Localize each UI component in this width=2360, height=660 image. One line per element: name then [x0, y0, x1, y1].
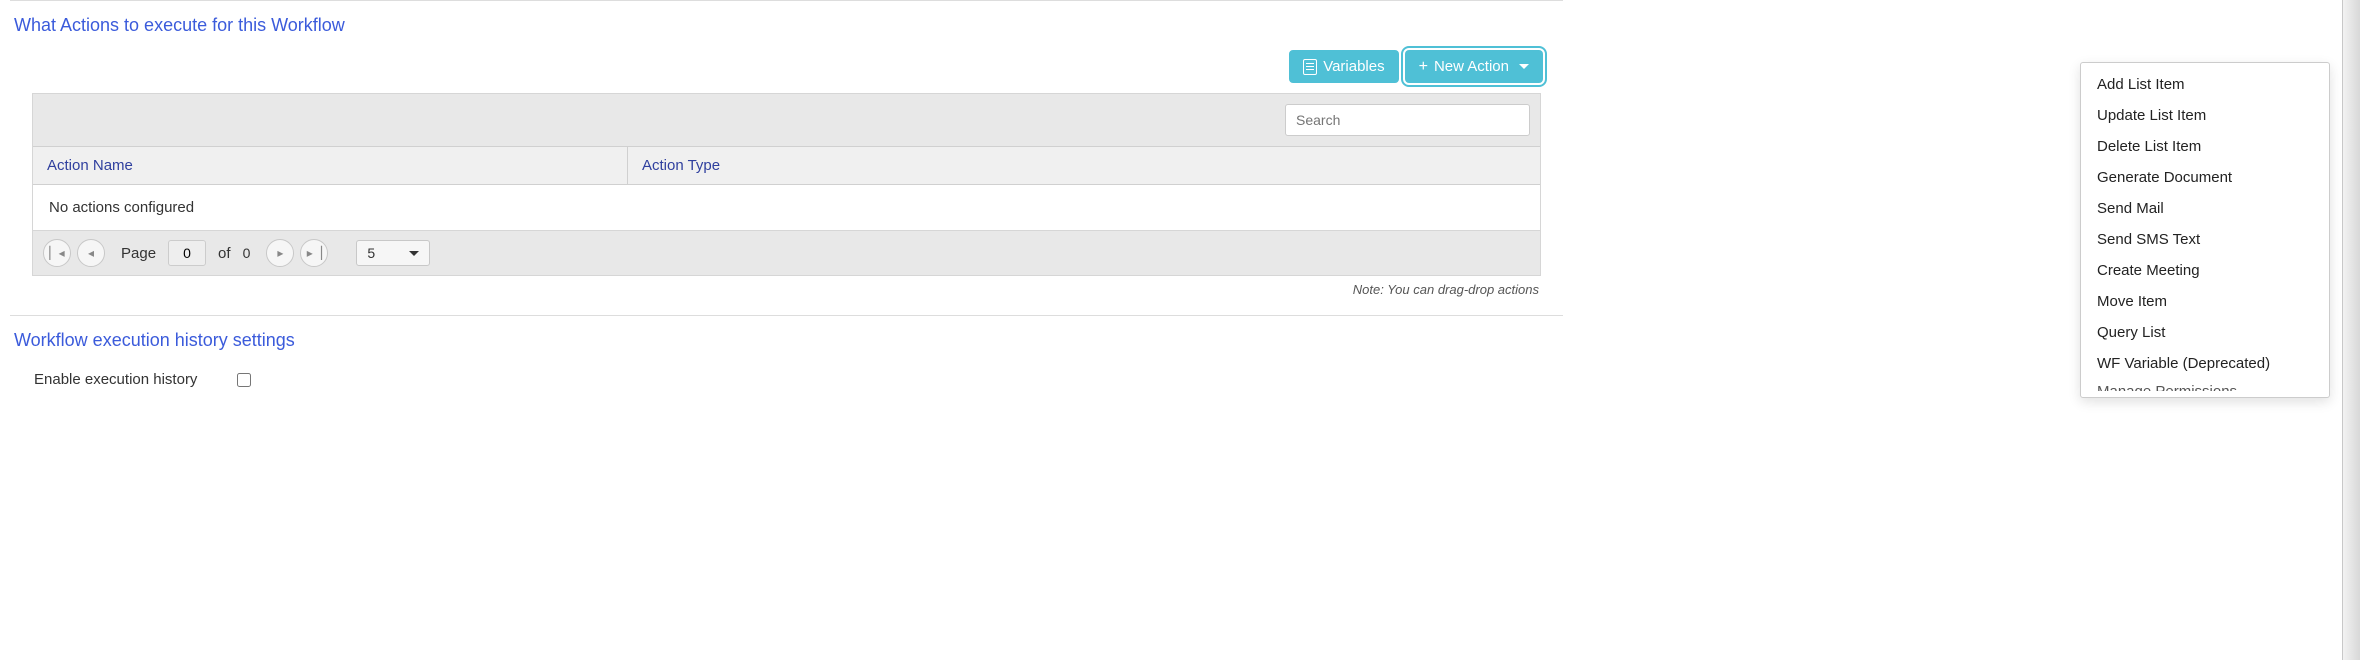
dropdown-item-delete-list[interactable]: Delete List Item	[2081, 131, 2329, 162]
new-action-button-label: New Action	[1434, 58, 1509, 75]
pager-first-button[interactable]: ▏◂	[43, 239, 71, 267]
chevron-down-icon	[409, 251, 419, 256]
actions-grid: Action Name Action Type No actions confi…	[32, 93, 1541, 276]
pager-next-button[interactable]: ▸	[266, 239, 294, 267]
dropdown-item-wf-variable[interactable]: WF Variable (Deprecated)	[2081, 348, 2329, 379]
search-input[interactable]	[1285, 104, 1530, 136]
dropdown-item-send-mail[interactable]: Send Mail	[2081, 193, 2329, 224]
pager-page-size-value: 5	[367, 245, 375, 261]
new-action-button[interactable]: + New Action	[1405, 50, 1543, 83]
document-icon	[1303, 59, 1317, 75]
column-action-name[interactable]: Action Name	[33, 147, 628, 184]
pager-page-label: Page	[121, 245, 156, 262]
scrollbar[interactable]	[2342, 0, 2360, 660]
enable-history-checkbox[interactable]	[237, 373, 251, 387]
new-action-dropdown: Add List Item Update List Item Delete Li…	[2080, 62, 2330, 398]
dropdown-item-query-list[interactable]: Query List	[2081, 317, 2329, 348]
enable-history-label: Enable execution history	[34, 371, 197, 388]
dropdown-item-send-sms[interactable]: Send SMS Text	[2081, 224, 2329, 255]
pager-page-input[interactable]	[168, 240, 206, 266]
section-actions-title: What Actions to execute for this Workflo…	[10, 9, 1563, 50]
divider	[10, 315, 1563, 316]
pager-total: 0	[243, 245, 251, 261]
chevron-down-icon	[1519, 64, 1529, 69]
pager-of-label: of	[218, 245, 231, 262]
dropdown-item-move-item[interactable]: Move Item	[2081, 286, 2329, 317]
drag-drop-note: Note: You can drag-drop actions	[10, 276, 1563, 315]
section-history-title: Workflow execution history settings	[10, 324, 1563, 365]
dropdown-item-add-list[interactable]: Add List Item	[2081, 69, 2329, 100]
grid-header: Action Name Action Type	[33, 146, 1540, 185]
plus-icon: +	[1419, 59, 1428, 75]
column-action-type[interactable]: Action Type	[628, 147, 1540, 184]
variables-button-label: Variables	[1323, 58, 1384, 75]
pager-last-button[interactable]: ▸▕	[300, 239, 328, 267]
pager-page-size-select[interactable]: 5	[356, 240, 430, 266]
dropdown-item-create-meeting[interactable]: Create Meeting	[2081, 255, 2329, 286]
dropdown-item-generate-document[interactable]: Generate Document	[2081, 162, 2329, 193]
pager-prev-button[interactable]: ◂	[77, 239, 105, 267]
dropdown-item-update-list[interactable]: Update List Item	[2081, 100, 2329, 131]
divider	[10, 0, 1563, 1]
dropdown-item-manage-permissions[interactable]: Manage Permissions	[2081, 379, 2329, 391]
grid-empty-row: No actions configured	[33, 185, 1540, 230]
grid-pager: ▏◂ ◂ Page of 0 ▸ ▸▕ 5	[33, 230, 1540, 275]
variables-button[interactable]: Variables	[1289, 50, 1398, 83]
